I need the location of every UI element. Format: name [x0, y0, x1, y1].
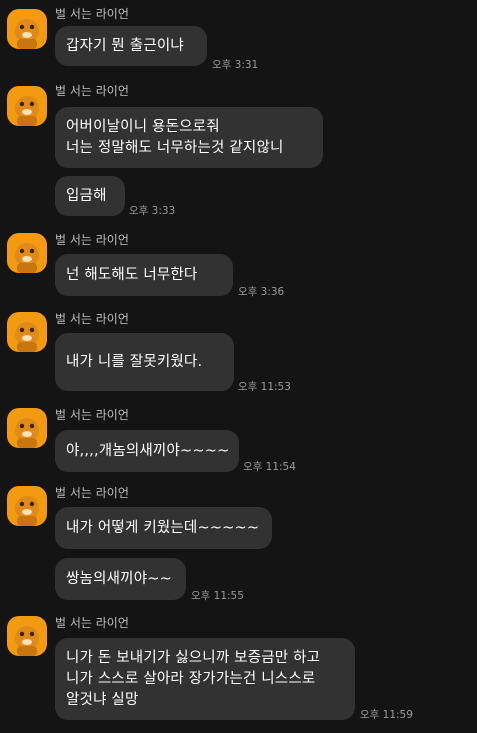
sender-avatar[interactable] [7, 408, 47, 448]
sender-name: 벌 서는 라이언 [55, 233, 129, 247]
message-text: 입금해 [66, 187, 107, 204]
sender-avatar[interactable] [7, 233, 47, 273]
sender-name: 벌 서는 라이언 [55, 7, 129, 21]
sender-name: 벌 서는 라이언 [55, 486, 129, 500]
message-text: 내가 니를 잘못키웠다. [66, 353, 203, 370]
message-bubble[interactable]: 내가 어떻게 키웠는데~~~~~ [55, 507, 272, 549]
message-bubble[interactable]: 어버이날이니 용돈으로줘 너는 정말해도 너무하는것 같지않니 [55, 107, 323, 168]
sender-avatar[interactable] [7, 486, 47, 526]
message-text: 내가 어떻게 키웠는데~~~~~ [66, 519, 260, 536]
message-bubble[interactable]: 내가 니를 잘못키웠다. [55, 333, 234, 391]
sender-avatar[interactable] [7, 312, 47, 352]
sender-name: 벌 서는 라이언 [55, 84, 129, 98]
sender-avatar[interactable] [7, 616, 47, 656]
sender-name: 벌 서는 라이언 [55, 312, 129, 326]
message-timestamp: 오후 11:54 [243, 461, 296, 473]
message-text: 쌍놈의새끼야~~ [66, 570, 172, 587]
message-text: 알것냐 실망 [66, 691, 139, 708]
message-text: 니가 돈 보내기가 싫으니까 보증금만 하고 [66, 649, 321, 666]
sender-name: 벌 서는 라이언 [55, 616, 129, 630]
message-bubble[interactable]: 입금해 [55, 176, 125, 216]
message-bubble[interactable]: 쌍놈의새끼야~~ [55, 558, 186, 600]
message-timestamp: 오후 3:33 [129, 205, 176, 217]
sender-avatar[interactable] [7, 9, 47, 49]
sender-name: 벌 서는 라이언 [55, 408, 129, 422]
message-timestamp: 오후 11:59 [360, 709, 413, 721]
message-timestamp: 오후 3:31 [212, 59, 259, 71]
message-text: 넌 해도해도 너무한다 [66, 266, 198, 283]
message-bubble[interactable]: 야,,,,개놈의새끼야~~~~ [55, 430, 239, 472]
message-text: 니가 스스로 살아라 장가가는건 니스스로 [66, 670, 316, 687]
message-timestamp: 오후 11:53 [238, 381, 291, 393]
message-bubble[interactable]: 넌 해도해도 너무한다 [55, 254, 233, 296]
message-text: 어버이날이니 용돈으로줘 [66, 118, 220, 135]
message-text: 너는 정말해도 너무하는것 같지않니 [66, 139, 284, 156]
message-bubble[interactable]: 갑자기 뭔 출근이냐 [55, 26, 207, 66]
message-timestamp: 오후 3:36 [238, 286, 285, 298]
message-text: 갑자기 뭔 출근이냐 [66, 37, 184, 54]
chat-area[interactable]: 벌 서는 라이언 갑자기 뭔 출근이냐 오후 3:31 벌 서는 라이언 어버이… [0, 0, 477, 733]
message-timestamp: 오후 11:55 [191, 590, 244, 602]
message-bubble[interactable]: 니가 돈 보내기가 싫으니까 보증금만 하고 니가 스스로 살아라 장가가는건 … [55, 638, 355, 720]
sender-avatar[interactable] [7, 86, 47, 126]
message-text: 야,,,,개놈의새끼야~~~~ [66, 442, 230, 459]
